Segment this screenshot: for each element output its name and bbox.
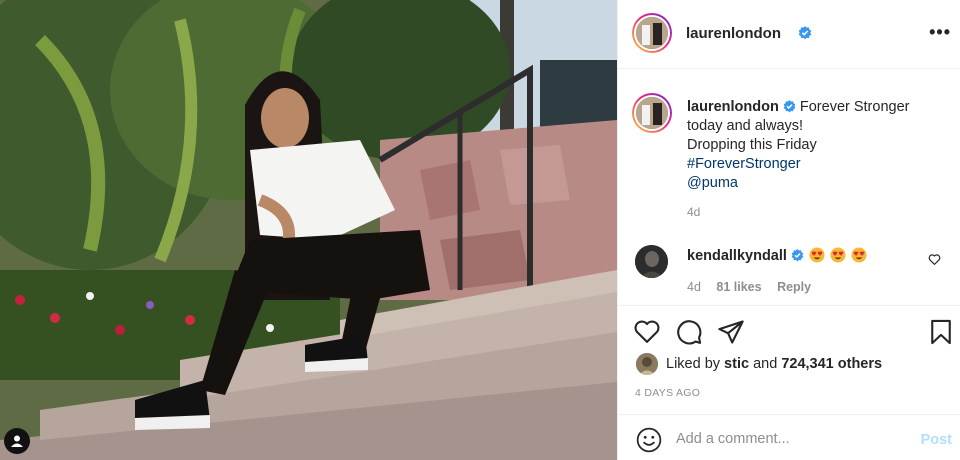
verified-badge-icon [798,26,812,40]
caption-line-1: Forever Stronger [799,99,910,115]
verified-badge-icon [791,249,804,262]
post-photo-illustration [0,0,617,460]
likes-and: and [753,356,778,372]
post-header: laurenlondon ••• [618,0,960,69]
caption-text: laurenlondon Forever Stronger today and … [687,98,937,193]
comment-bubble-icon[interactable] [675,318,703,346]
liker-avatar[interactable] [636,353,658,375]
commenter-username[interactable]: kendallkyndall [687,248,787,264]
post-image[interactable] [0,0,617,460]
emoji-picker-icon[interactable] [636,427,662,453]
post-actions-bar [618,305,960,357]
comment-likes[interactable]: 81 likes [716,280,761,294]
author-avatar[interactable] [632,13,672,53]
mention-link[interactable]: @puma [687,174,937,193]
caption-line-3: Dropping this Friday [687,137,817,153]
likes-count[interactable]: 724,341 others [781,356,882,372]
comment-like-icon[interactable] [928,253,941,266]
liker-username[interactable]: stic [724,356,749,372]
add-comment-bar: Post [618,414,960,460]
caption-line-2: today and always! [687,118,804,134]
commenter-avatar[interactable] [635,245,668,278]
comment-input[interactable] [676,428,896,450]
caption-author-avatar[interactable] [632,93,672,133]
post-comment-button[interactable]: Post [921,432,952,448]
verified-badge-icon [783,100,796,113]
caption-timestamp[interactable]: 4d [687,205,700,219]
caption-author-username[interactable]: laurenlondon [687,99,779,115]
share-plane-icon[interactable] [717,318,745,346]
like-heart-icon[interactable] [633,318,661,346]
hashtag-link[interactable]: #ForeverStronger [687,155,937,174]
comment-text: kendallkyndall [687,247,867,264]
post-side-panel: laurenlondon ••• laurenlondon Forever St… [617,0,960,460]
heart-eyes-emoji [809,247,825,263]
heart-eyes-emoji [830,247,846,263]
tagged-user-icon[interactable] [4,428,30,454]
comment-meta: 4d 81 likes Reply [687,280,823,294]
more-options-icon[interactable]: ••• [929,22,951,43]
likes-prefix: Liked by [666,356,721,372]
post-date[interactable]: 4 DAYS AGO [635,387,700,399]
comment-timestamp[interactable]: 4d [687,280,701,294]
author-username[interactable]: laurenlondon [686,25,781,42]
reply-button[interactable]: Reply [777,280,811,294]
save-bookmark-icon[interactable] [927,318,955,346]
likes-summary: Liked by stic and 724,341 others [636,353,882,375]
heart-eyes-emoji [851,247,867,263]
